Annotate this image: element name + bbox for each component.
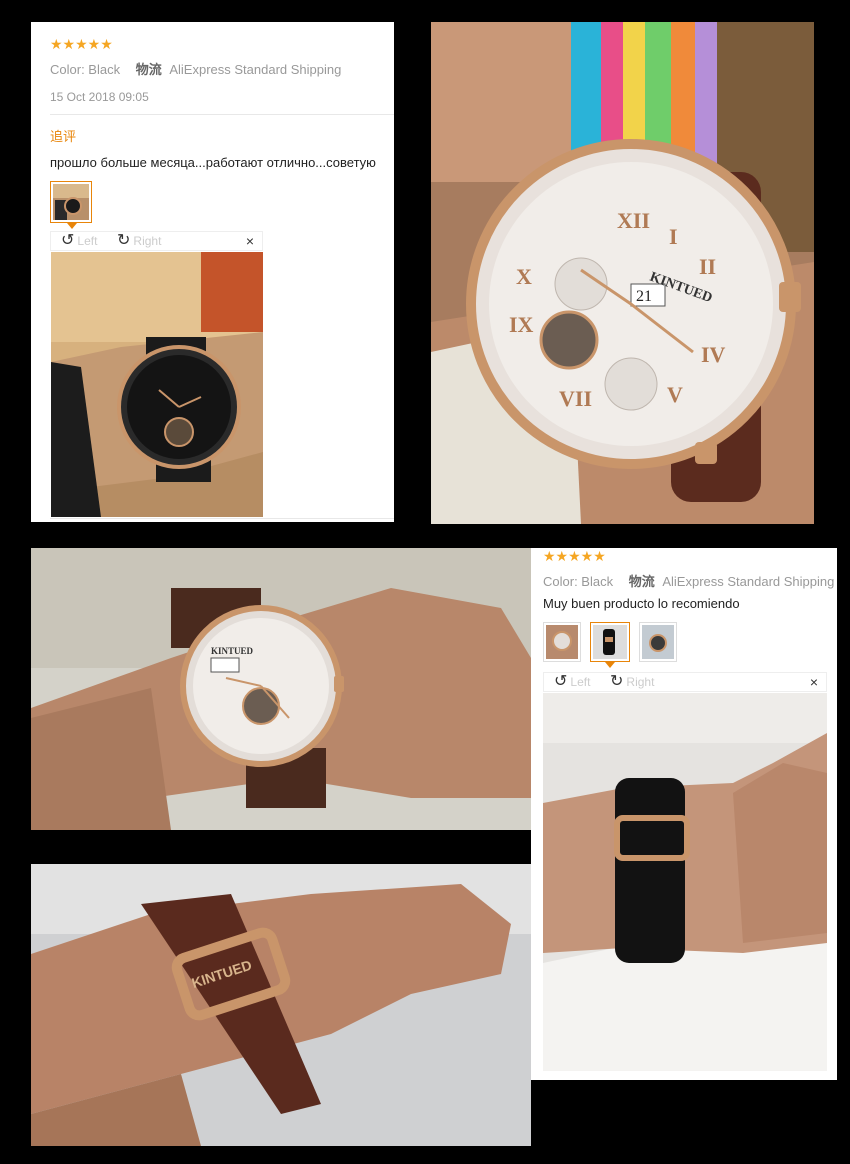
close-icon[interactable]: ×: [810, 674, 818, 690]
rating-stars: ★★★★★: [50, 36, 113, 52]
divider: [50, 518, 394, 519]
review-thumbnail-selected[interactable]: [590, 622, 630, 662]
review-text: Muy buen producto lo recomiendo: [543, 596, 740, 611]
review-thumbnail[interactable]: [639, 622, 677, 662]
svg-text:XII: XII: [617, 208, 650, 233]
wrist-watch-brand: KINTUED: [211, 646, 254, 656]
svg-text:I: I: [669, 224, 678, 249]
svg-text:VII: VII: [559, 386, 592, 411]
close-icon[interactable]: ×: [246, 233, 254, 249]
followup-label: 追评: [50, 129, 77, 144]
review-meta: Color: Black 物流 AliExpress Standard Ship…: [50, 59, 341, 78]
logistics-label: 物流: [135, 62, 162, 77]
date-window: 21: [636, 288, 652, 305]
rotate-left-button[interactable]: ↺ Left: [61, 233, 97, 249]
thumbnail-caret: [67, 223, 77, 229]
image-viewer-toolbar: ↺ Left ↻ Right ×: [50, 231, 263, 251]
svg-text:II: II: [699, 254, 716, 279]
rotate-right-button[interactable]: ↻ Right: [610, 674, 654, 690]
watch-closeup-photo: 21 KINTUED XII I II X IX IV V VII: [431, 22, 814, 524]
review-meta: Color: Black 物流 AliExpress Standard Ship…: [543, 571, 834, 590]
svg-text:IV: IV: [701, 342, 726, 367]
review-card-1: ★★★★★ Color: Black 物流 AliExpress Standar…: [31, 22, 394, 522]
rotate-right-icon: ↻: [117, 232, 131, 249]
shipping-method: AliExpress Standard Shipping: [169, 62, 342, 77]
color-label: Color: Black: [50, 62, 121, 77]
wrist-watch-photo: KINTUED: [31, 548, 531, 830]
review-photo-large: [51, 252, 263, 517]
divider: [50, 114, 394, 115]
logistics-label: 物流: [628, 574, 655, 589]
thumbnail-image: [593, 625, 627, 659]
rotate-right-button[interactable]: ↻ Right: [117, 233, 161, 249]
rotate-right-label: Right: [626, 675, 655, 689]
review-thumbnail[interactable]: [543, 622, 581, 662]
rotate-left-icon: ↺: [61, 232, 75, 249]
rotate-right-label: Right: [133, 234, 162, 248]
rotate-right-icon: ↻: [610, 673, 624, 690]
svg-text:IX: IX: [509, 312, 534, 337]
rotate-left-label: Left: [570, 675, 591, 689]
rotate-left-label: Left: [77, 234, 98, 248]
review-text: прошло больше месяца...работают отлично.…: [50, 155, 376, 170]
image-viewer-toolbar: ↺ Left ↻ Right ×: [543, 672, 827, 692]
thumbnail-image: [53, 184, 89, 220]
review-card-2: ★★★★★ Color: Black 物流 AliExpress Standar…: [531, 548, 837, 1080]
shipping-method: AliExpress Standard Shipping: [662, 574, 835, 589]
svg-text:V: V: [667, 382, 683, 407]
svg-text:X: X: [516, 264, 532, 289]
review-thumbnail[interactable]: [50, 181, 92, 223]
thumbnail-image: [642, 625, 674, 659]
color-label: Color: Black: [543, 574, 614, 589]
review-date: 15 Oct 2018 09:05: [50, 90, 149, 104]
rotate-left-icon: ↺: [554, 673, 568, 690]
strap-buckle-photo: KINTUED: [31, 864, 531, 1146]
thumbnail-image: [546, 625, 578, 659]
rating-stars: ★★★★★: [543, 548, 606, 564]
rotate-left-button[interactable]: ↺ Left: [554, 674, 590, 690]
review-photo-large: [543, 693, 827, 1071]
thumbnail-caret: [605, 662, 615, 668]
